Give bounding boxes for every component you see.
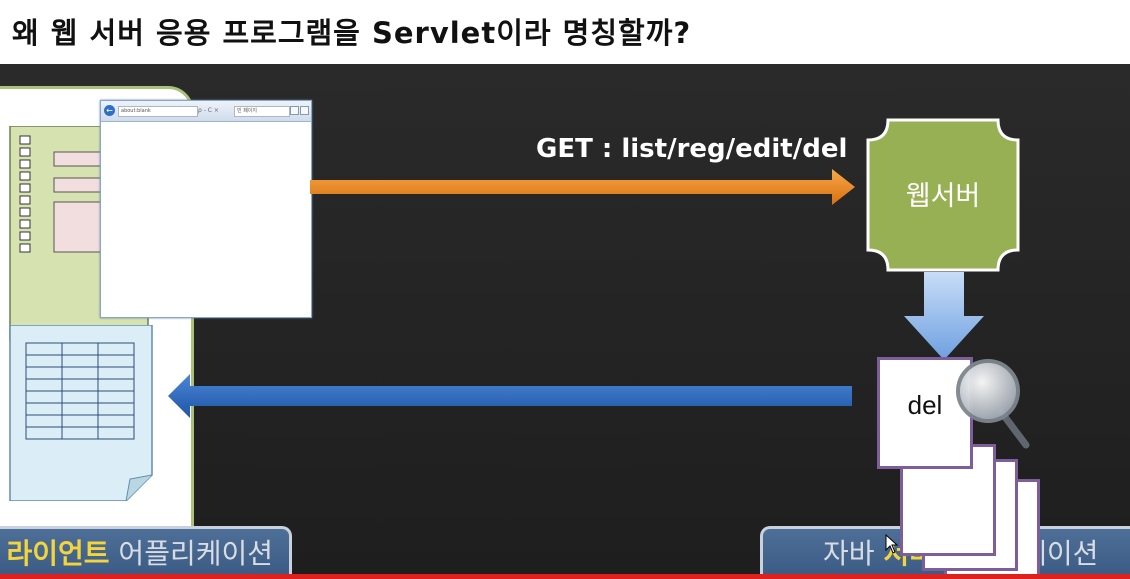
web-server-label: 웹서버	[905, 181, 981, 212]
server-label-prefix: 자바	[823, 537, 884, 570]
video-progress-bar[interactable]	[0, 574, 1130, 579]
table-document	[9, 325, 153, 501]
title-bar: 왜 웹 서버 응용 프로그램을 Servlet이라 명칭할까?	[0, 0, 1130, 64]
browser-tools: ρ - C ×	[198, 107, 219, 114]
request-arrow	[310, 169, 855, 205]
browser-minimize-icon[interactable]	[290, 106, 299, 115]
browser-tab[interactable]: 빈 페이지	[234, 106, 290, 117]
magnifier-icon	[956, 359, 1030, 449]
client-app-label: 라이언트 어플리케이션	[0, 526, 292, 579]
client-label-highlight: 라이언트	[6, 537, 110, 570]
process-down-arrow	[904, 272, 984, 360]
browser-address-bar[interactable]: about:blank	[118, 106, 198, 117]
diagram-slide: ← about:blank ρ - C × 빈 페이지 GET : list/r…	[0, 64, 1130, 579]
browser-toolbar: ← about:blank ρ - C × 빈 페이지	[101, 101, 311, 122]
response-arrow	[168, 374, 852, 418]
slide-title: 왜 웹 서버 응용 프로그램을 Servlet이라 명칭할까?	[12, 16, 692, 50]
mouse-cursor-icon	[885, 534, 899, 554]
browser-window: ← about:blank ρ - C × 빈 페이지	[100, 100, 312, 318]
browser-close-icon[interactable]	[300, 106, 309, 115]
request-label: GET : list/reg/edit/del	[536, 134, 848, 164]
client-label-rest: 어플리케이션	[109, 537, 273, 570]
browser-back-icon[interactable]: ←	[104, 105, 115, 116]
